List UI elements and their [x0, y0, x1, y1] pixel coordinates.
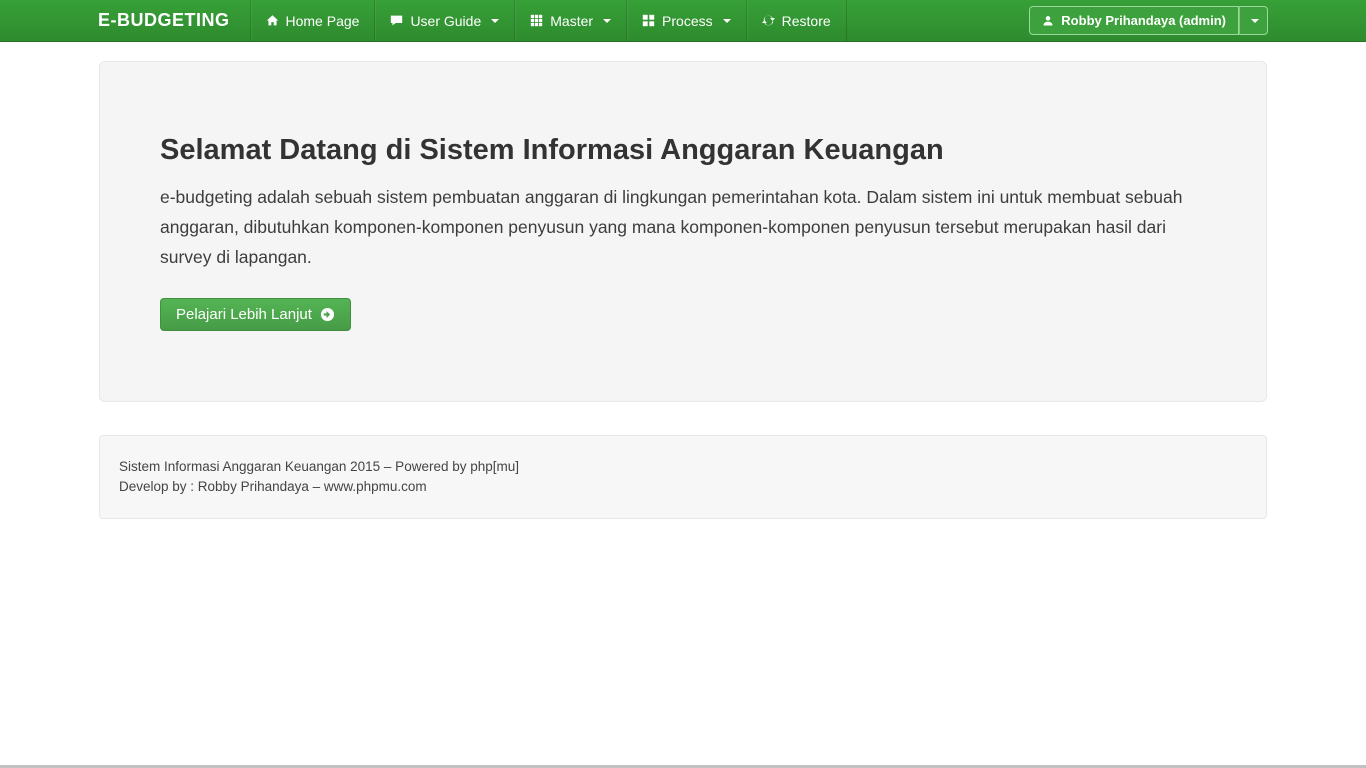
welcome-description: e-budgeting adalah sebuah sistem pembuat…: [160, 182, 1206, 272]
grid-large-icon: [642, 14, 655, 27]
nav-item-process[interactable]: Process: [626, 0, 746, 41]
brand-link[interactable]: E-BUDGETING: [98, 0, 250, 41]
chevron-down-icon: [603, 19, 611, 23]
nav-item-label: Home Page: [286, 13, 360, 29]
nav-item-home-page[interactable]: Home Page: [250, 0, 375, 41]
nav-item-label: User Guide: [410, 13, 481, 29]
nav-item-master[interactable]: Master: [514, 0, 626, 41]
circle-arrow-right-icon: [320, 307, 335, 322]
chevron-down-icon: [1251, 19, 1259, 23]
footer-line-2: Develop by : Robby Prihandaya – www.phpm…: [119, 477, 1247, 497]
comment-icon: [390, 14, 403, 27]
main-nav: Home Page User Guide Master P: [250, 0, 847, 41]
grid-icon: [530, 14, 543, 27]
refresh-icon: [762, 14, 775, 27]
user-dropdown-toggle[interactable]: [1239, 6, 1268, 35]
user-account-label: Robby Prihandaya (admin): [1061, 13, 1226, 28]
brand-label: E-BUDGETING: [98, 10, 230, 31]
page-title: Selamat Datang di Sistem Informasi Angga…: [160, 134, 1206, 167]
nav-item-label: Process: [662, 13, 713, 29]
welcome-panel: Selamat Datang di Sistem Informasi Angga…: [99, 61, 1267, 402]
home-icon: [266, 14, 279, 27]
nav-item-restore[interactable]: Restore: [746, 0, 847, 41]
learn-more-button[interactable]: Pelajari Lebih Lanjut: [160, 298, 351, 331]
nav-item-user-guide[interactable]: User Guide: [374, 0, 514, 41]
nav-item-label: Restore: [782, 13, 831, 29]
nav-item-label: Master: [550, 13, 593, 29]
chevron-down-icon: [491, 19, 499, 23]
learn-more-label: Pelajari Lebih Lanjut: [176, 306, 312, 323]
chevron-down-icon: [723, 19, 731, 23]
top-navbar: E-BUDGETING Home Page User Guide M: [0, 0, 1366, 42]
user-icon: [1042, 15, 1054, 27]
footer-line-1: Sistem Informasi Anggaran Keuangan 2015 …: [119, 457, 1247, 477]
footer-panel: Sistem Informasi Anggaran Keuangan 2015 …: [99, 435, 1267, 519]
user-button-group: Robby Prihandaya (admin): [1029, 0, 1268, 41]
user-account-button[interactable]: Robby Prihandaya (admin): [1029, 6, 1239, 35]
